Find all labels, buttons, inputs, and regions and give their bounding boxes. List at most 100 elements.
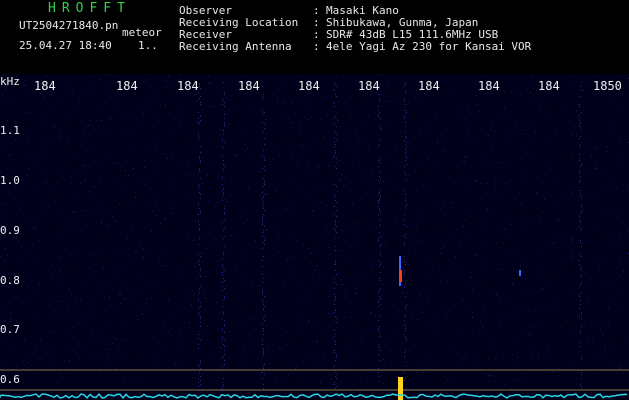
noise-dot <box>342 230 343 231</box>
noise-dot <box>363 172 364 173</box>
noise-dot <box>155 204 156 205</box>
streak-dot <box>404 314 405 315</box>
noise-dot <box>178 274 179 275</box>
noise-dot <box>622 222 623 223</box>
noise-dot <box>309 194 310 195</box>
noise-dot <box>413 234 414 235</box>
streak-dot <box>224 94 225 95</box>
noise-dot <box>443 201 444 202</box>
noise-dot <box>396 90 397 91</box>
noise-dot <box>179 74 180 75</box>
streak-dot <box>579 316 580 317</box>
noise-dot <box>195 220 196 221</box>
noise-dot <box>596 372 597 373</box>
noise-dot <box>316 341 317 342</box>
noise-dot <box>395 332 396 333</box>
noise-dot <box>554 311 555 312</box>
streak-dot <box>334 282 335 283</box>
noise-dot <box>2 144 3 145</box>
noise-dot <box>301 100 302 101</box>
streak-dot <box>335 144 336 145</box>
streak-dot <box>199 224 200 225</box>
streak-dot <box>404 260 405 261</box>
streak-dot <box>378 344 379 345</box>
noise-dot <box>472 289 473 290</box>
noise-dot <box>195 121 196 122</box>
streak-dot <box>581 358 582 359</box>
streak-dot <box>264 182 265 183</box>
streak-dot <box>581 112 582 113</box>
noise-dot <box>493 137 494 138</box>
noise-dot <box>312 204 313 205</box>
streak-dot <box>378 306 379 307</box>
noise-dot <box>552 243 553 244</box>
streak-dot <box>262 110 263 111</box>
streak-dot <box>199 264 200 265</box>
noise-dot <box>78 110 79 111</box>
streak-dot <box>379 158 380 159</box>
streak-dot <box>406 146 407 147</box>
noise-dot <box>132 258 133 259</box>
streak-dot <box>579 260 580 261</box>
noise-dot <box>595 323 596 324</box>
noise-dot <box>69 222 70 223</box>
noise-dot <box>462 299 463 300</box>
noise-dot <box>137 124 138 125</box>
noise-dot <box>149 248 150 249</box>
noise-dot <box>206 298 207 299</box>
noise-dot <box>530 92 531 93</box>
noise-dot <box>304 256 305 257</box>
noise-dot <box>612 100 613 101</box>
noise-dot <box>60 257 61 258</box>
noise-dot <box>310 145 311 146</box>
streak-dot <box>579 160 580 161</box>
noise-dot <box>571 153 572 154</box>
noise-dot <box>105 91 106 92</box>
streak-dot <box>335 116 336 117</box>
noise-dot <box>441 228 442 229</box>
noise-dot <box>533 88 534 89</box>
streak-dot <box>581 312 582 313</box>
noise-dot <box>131 302 132 303</box>
noise-dot <box>293 204 294 205</box>
noise-dot <box>475 181 476 182</box>
noise-dot <box>370 330 371 331</box>
streak-dot <box>405 92 406 93</box>
noise-dot <box>49 352 50 353</box>
streak-dot <box>378 116 379 117</box>
noise-dot <box>10 321 11 322</box>
streak-dot <box>378 160 379 161</box>
noise-dot <box>106 363 107 364</box>
noise-dot <box>139 277 140 278</box>
noise-dot <box>591 325 592 326</box>
noise-dot <box>284 80 285 81</box>
noise-dot <box>577 116 578 117</box>
noise-dot <box>460 278 461 279</box>
streak-dot <box>222 190 223 191</box>
streak-dot <box>223 278 224 279</box>
noise-dot <box>502 163 503 164</box>
streak-dot <box>262 216 263 217</box>
noise-dot <box>3 217 4 218</box>
noise-dot <box>515 343 516 344</box>
streak-dot <box>263 94 264 95</box>
streak-dot <box>581 90 582 91</box>
noise-dot <box>167 158 168 159</box>
noise-dot <box>341 174 342 175</box>
noise-dot <box>69 290 70 291</box>
x-tick-3: 184 <box>177 79 199 93</box>
noise-dot <box>265 119 266 120</box>
noise-dot <box>571 254 572 255</box>
noise-dot <box>295 211 296 212</box>
streak-dot <box>380 118 381 119</box>
streak-dot <box>198 344 199 345</box>
noise-dot <box>40 93 41 94</box>
noise-dot <box>302 297 303 298</box>
noise-dot <box>438 205 439 206</box>
streak-dot <box>379 100 380 101</box>
noise-dot <box>288 374 289 375</box>
noise-dot <box>352 225 353 226</box>
noise-dot <box>381 130 382 131</box>
streak-dot <box>378 202 379 203</box>
streak-dot <box>380 244 381 245</box>
